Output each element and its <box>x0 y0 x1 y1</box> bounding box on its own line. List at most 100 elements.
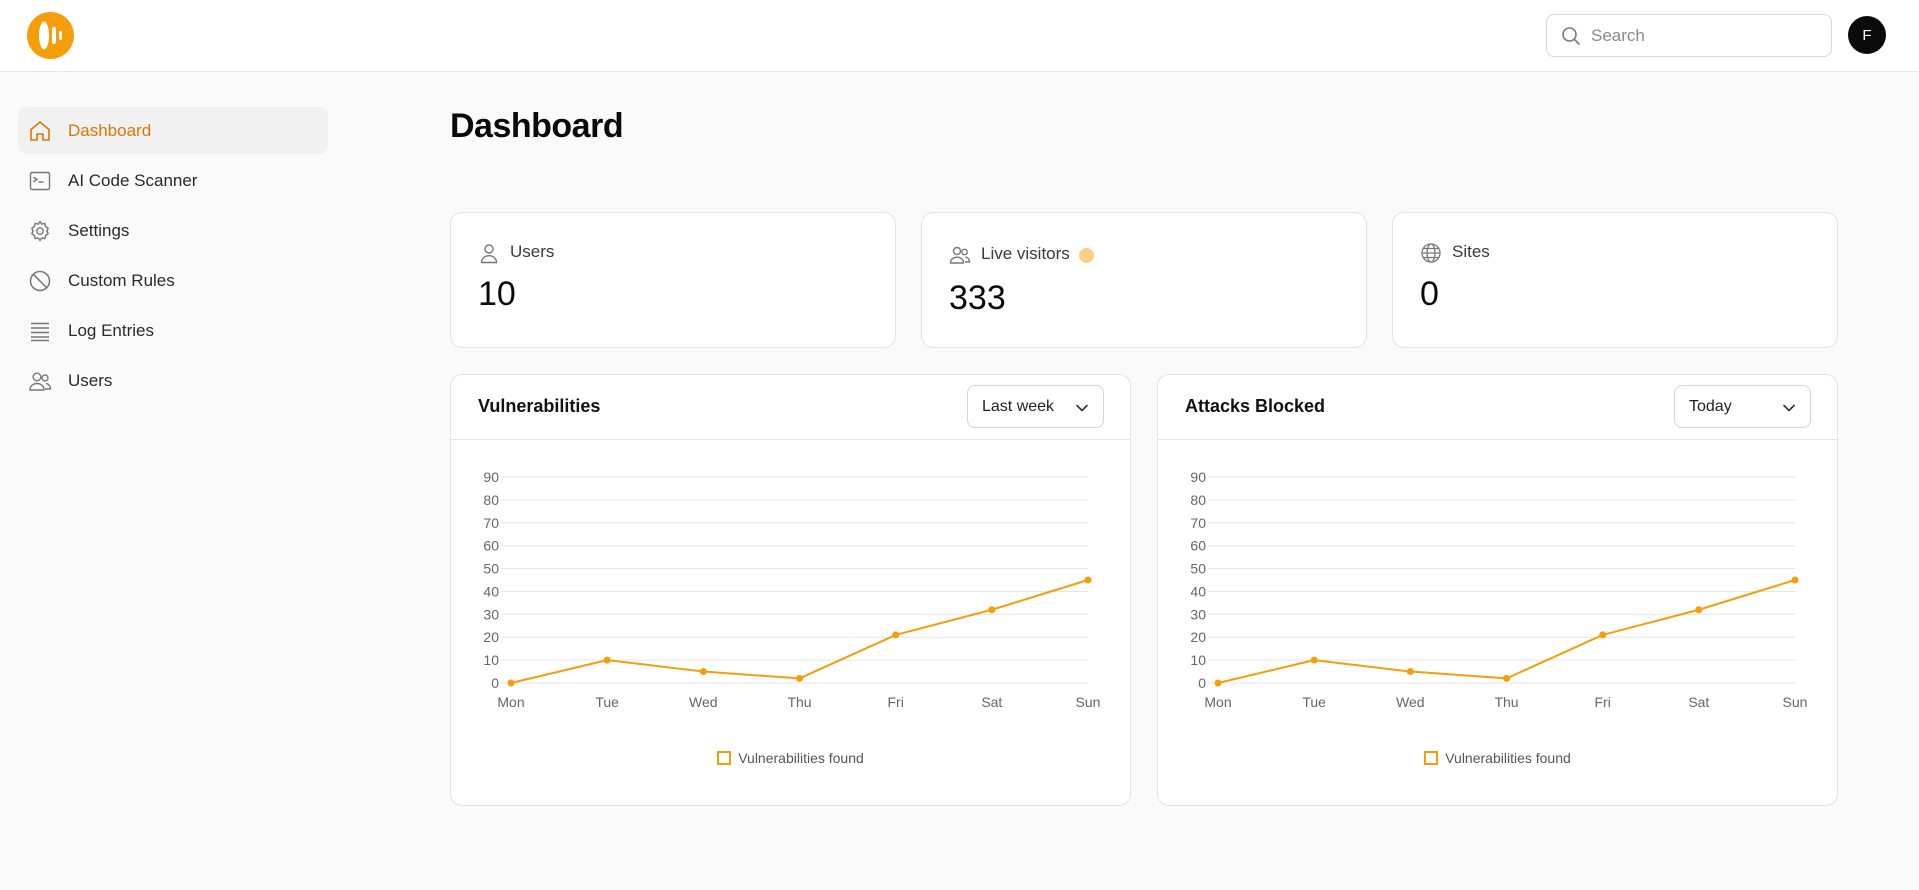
x-tick-label: Sat <box>1688 694 1709 710</box>
stat-card-live-visitors: Live visitors 333 <box>921 212 1367 348</box>
chart-title: Attacks Blocked <box>1185 396 1326 416</box>
app-logo[interactable] <box>27 12 74 59</box>
search-box[interactable] <box>1546 14 1832 57</box>
sidebar-item-users[interactable]: Users <box>18 357 328 404</box>
x-tick-label: Fri <box>1595 694 1611 710</box>
sidebar-item-settings[interactable]: Settings <box>18 207 328 254</box>
data-point <box>1695 606 1703 614</box>
y-tick-label: 90 <box>1190 469 1206 485</box>
x-tick-label: Tue <box>1302 694 1326 710</box>
y-tick-label: 40 <box>483 583 499 599</box>
x-tick-label: Thu <box>1494 694 1518 710</box>
y-tick-label: 50 <box>483 561 499 577</box>
x-tick-label: Thu <box>787 694 811 710</box>
data-point <box>699 668 707 676</box>
terminal-icon <box>28 169 52 193</box>
sidebar-item-label: Settings <box>68 220 130 240</box>
x-tick-label: Wed <box>1396 694 1425 710</box>
stat-card-users: Users 10 <box>450 212 896 348</box>
chart-card-attacks-blocked: Attacks Blocked Today 0 10 20 30 40 50 60 70 80 9… <box>1157 374 1838 806</box>
range-dropdown-label: Today <box>1689 398 1732 415</box>
y-tick-label: 20 <box>1190 629 1206 645</box>
data-point <box>988 606 996 614</box>
stat-value: 10 <box>478 275 516 313</box>
y-tick-label: 0 <box>491 675 499 691</box>
x-tick-label: Fri <box>888 694 904 710</box>
sidebar-item-custom-rules[interactable]: Custom Rules <box>18 257 328 304</box>
top-bar: F <box>0 0 1919 72</box>
legend-swatch <box>1424 751 1439 765</box>
sidebar-item-label: Users <box>68 370 113 390</box>
chevron-down-icon <box>1782 401 1796 420</box>
sidebar-item-label: Dashboard <box>68 120 152 140</box>
globe-icon <box>1420 242 1442 269</box>
data-point <box>1791 576 1799 584</box>
y-tick-label: 10 <box>483 652 499 668</box>
y-tick-label: 70 <box>483 515 499 531</box>
range-dropdown[interactable]: Last week <box>967 385 1104 428</box>
chart-card-header: Vulnerabilities Last week <box>451 375 1130 440</box>
sidebar: Dashboard AI Code Scanner Settings Custo… <box>18 107 328 407</box>
chart-title: Vulnerabilities <box>478 396 601 416</box>
legend-swatch <box>717 751 732 765</box>
y-tick-label: 60 <box>483 538 499 554</box>
stat-value: 0 <box>1420 275 1439 313</box>
data-point <box>1310 656 1318 664</box>
x-tick-label: Wed <box>689 694 718 710</box>
data-point <box>892 631 900 639</box>
stat-value: 333 <box>949 279 1006 317</box>
chart-legend: Vulnerabilities found <box>1158 750 1837 766</box>
y-tick-label: 0 <box>1198 675 1206 691</box>
users-icon <box>28 369 52 393</box>
data-point <box>796 674 803 682</box>
stat-label: Sites <box>1452 242 1490 261</box>
chart-card-header: Attacks Blocked Today <box>1158 375 1837 440</box>
x-tick-label: Sat <box>981 694 1002 710</box>
stat-card-sites: Sites 0 <box>1392 212 1838 348</box>
data-point <box>1406 668 1414 676</box>
page-title: Dashboard <box>450 107 624 145</box>
gear-icon <box>28 219 52 243</box>
home-icon <box>28 119 52 143</box>
y-tick-label: 80 <box>483 492 499 508</box>
stat-label: Users <box>510 242 555 261</box>
x-tick-label: Sun <box>1076 694 1101 710</box>
sidebar-item-label: Custom Rules <box>68 270 175 290</box>
sidebar-item-ai-code-scanner[interactable]: AI Code Scanner <box>18 157 328 204</box>
search-icon <box>1561 26 1581 51</box>
x-tick-label: Mon <box>1204 694 1231 710</box>
y-tick-label: 30 <box>1190 606 1206 622</box>
sidebar-item-dashboard[interactable]: Dashboard <box>18 107 328 154</box>
user-icon <box>478 242 500 269</box>
y-tick-label: 20 <box>483 629 499 645</box>
chart-card-vulnerabilities: Vulnerabilities Last week 0 10 20 30 40 50 60 7… <box>450 374 1131 806</box>
y-tick-label: 30 <box>483 606 499 622</box>
data-point <box>507 679 515 687</box>
avatar[interactable]: F <box>1848 16 1886 54</box>
live-status-dot <box>1079 248 1094 263</box>
data-point <box>1214 679 1222 687</box>
x-tick-label: Sun <box>1783 694 1808 710</box>
series-line <box>1217 579 1796 684</box>
data-point <box>603 656 611 664</box>
logo-mark-icon <box>39 21 62 50</box>
y-tick-label: 10 <box>1190 652 1206 668</box>
search-input[interactable] <box>1591 15 1821 56</box>
data-point <box>1503 674 1510 682</box>
line-chart: 0 10 20 30 40 50 60 70 80 90 Mon Tue Wed Thu Fri Sat Sun <box>483 469 1101 710</box>
x-tick-label: Tue <box>595 694 619 710</box>
series-line <box>510 579 1089 684</box>
sidebar-item-label: AI Code Scanner <box>68 170 198 190</box>
range-dropdown-label: Last week <box>982 398 1055 415</box>
legend-label: Vulnerabilities found <box>1445 750 1571 766</box>
y-tick-label: 50 <box>1190 561 1206 577</box>
y-tick-label: 90 <box>483 469 499 485</box>
y-tick-label: 70 <box>1190 515 1206 531</box>
chart-legend: Vulnerabilities found <box>451 750 1130 766</box>
range-dropdown[interactable]: Today <box>1674 385 1811 428</box>
y-tick-label: 60 <box>1190 538 1206 554</box>
line-chart: 0 10 20 30 40 50 60 70 80 90 Mon Tue Wed Thu Fri Sat Sun <box>1190 469 1808 710</box>
users-icon <box>949 244 971 271</box>
data-point <box>1084 576 1092 584</box>
sidebar-item-log-entries[interactable]: Log Entries <box>18 307 328 354</box>
